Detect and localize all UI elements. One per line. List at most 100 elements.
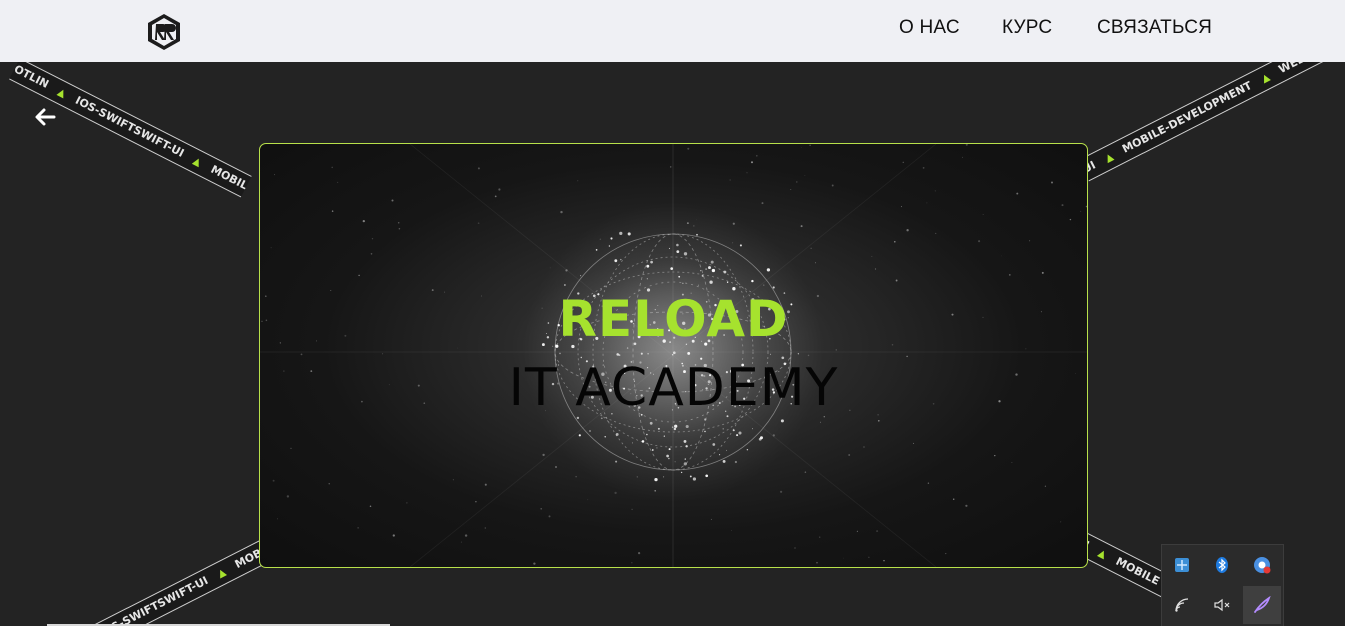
particle-dot xyxy=(750,161,754,164)
muted-speaker-icon[interactable] xyxy=(1203,586,1241,624)
particle-dot xyxy=(746,172,748,174)
particle-dot xyxy=(638,552,641,555)
particle-dot xyxy=(680,471,683,474)
particle-dot xyxy=(494,195,497,198)
page: О НАС КУРС СВЯЗАТЬСЯ OTLIN ▲ IOS-SWIFTSWIF… xyxy=(0,0,1345,626)
particle-dot xyxy=(406,502,408,504)
triangle-icon: ▲ xyxy=(1096,547,1108,561)
particle-dot xyxy=(631,508,633,511)
particle-dot xyxy=(300,353,303,356)
particle-dot xyxy=(763,284,765,286)
particle-dot xyxy=(646,264,650,268)
particle-dot xyxy=(580,275,582,277)
particle-dot xyxy=(674,424,678,428)
particle-dot xyxy=(548,515,551,518)
particle-dot xyxy=(751,279,754,283)
particle-dot xyxy=(772,434,775,437)
particle-dot xyxy=(631,562,633,564)
particle-dot xyxy=(687,147,690,150)
particle-dot xyxy=(270,247,272,249)
particle-dot xyxy=(780,419,784,423)
particle-dot xyxy=(358,274,360,277)
particle-dot xyxy=(807,354,810,357)
particle-dot xyxy=(708,266,711,270)
particle-dot xyxy=(337,181,339,183)
particle-dot xyxy=(549,267,551,269)
particle-dot xyxy=(627,232,631,236)
particle-dot xyxy=(1000,255,1002,257)
particle-dot xyxy=(1085,205,1087,208)
particle-dot xyxy=(484,483,487,486)
wifi-icon[interactable] xyxy=(1163,586,1201,624)
bluetooth-icon[interactable] xyxy=(1203,546,1241,584)
particle-dot xyxy=(965,144,968,146)
particle-dot xyxy=(835,349,838,351)
particle-dot xyxy=(1051,181,1053,184)
particle-dot xyxy=(687,222,689,224)
nav-contact-link[interactable]: СВЯЗАТЬСЯ xyxy=(1097,17,1212,39)
particle-dot xyxy=(819,536,821,538)
particle-dot xyxy=(723,270,727,274)
triangle-icon: ▲ xyxy=(191,155,203,169)
particle-dot xyxy=(759,436,764,440)
particle-dot xyxy=(668,448,671,451)
particle-dot xyxy=(663,476,665,478)
particle-dot xyxy=(902,161,904,163)
particle-dot xyxy=(945,553,947,555)
particle-dot xyxy=(564,284,566,286)
particle-dot xyxy=(1008,274,1011,276)
particle-dot xyxy=(540,507,543,510)
particle-dot xyxy=(895,279,898,282)
particle-dot xyxy=(871,255,873,257)
particle-dot xyxy=(804,175,806,176)
particle-dot xyxy=(1016,192,1019,195)
particle-dot xyxy=(484,527,486,529)
hero-title-it-academy: IT ACADEMY xyxy=(508,358,839,418)
particle-dot xyxy=(370,252,373,255)
particle-dot xyxy=(831,184,834,187)
particle-dot xyxy=(696,219,698,221)
particle-dot xyxy=(815,262,817,264)
particle-dot xyxy=(392,534,395,537)
triangle-icon: ▲ xyxy=(1259,71,1272,86)
particle-dot xyxy=(674,461,676,463)
particle-dot xyxy=(620,258,622,261)
particle-dot xyxy=(277,518,279,520)
particle-dot xyxy=(498,188,501,191)
particle-dot xyxy=(800,146,802,148)
particle-dot xyxy=(732,222,735,225)
particle-dot xyxy=(772,286,775,289)
particle-dot xyxy=(673,427,677,431)
back-arrow-icon[interactable] xyxy=(33,105,57,129)
particle-dot xyxy=(978,240,981,243)
particle-dot xyxy=(876,530,879,533)
particle-dot xyxy=(682,282,684,284)
particle-dot xyxy=(587,499,589,501)
nav-course-link[interactable]: КУРС xyxy=(1002,17,1052,39)
particle-dot xyxy=(736,434,739,437)
particle-dot xyxy=(672,354,674,356)
particle-dot xyxy=(272,479,275,482)
particle-dot xyxy=(391,199,394,202)
network-app-icon[interactable] xyxy=(1163,546,1201,584)
particle-dot xyxy=(615,432,619,436)
particle-dot xyxy=(711,268,716,273)
particle-dot xyxy=(475,500,477,503)
triangle-icon: ▲ xyxy=(216,566,228,580)
ribbon-text: OTLIN xyxy=(11,62,51,91)
particle-dot xyxy=(926,202,928,204)
particle-dot xyxy=(746,448,749,451)
feather-app-icon[interactable] xyxy=(1243,586,1281,624)
particle-dot xyxy=(696,233,698,236)
nav-about-link[interactable]: О НАС xyxy=(899,17,960,39)
particle-dot xyxy=(554,465,558,469)
particle-dot xyxy=(705,474,709,478)
particle-dot xyxy=(722,459,726,463)
particle-dot xyxy=(599,238,601,240)
particle-dot xyxy=(810,247,812,249)
header: О НАС КУРС СВЯЗАТЬСЯ xyxy=(0,0,1345,62)
particle-dot xyxy=(701,274,704,277)
main-nav: О НАС КУРС СВЯЗАТЬСЯ xyxy=(0,17,1345,43)
chrome-icon[interactable] xyxy=(1243,546,1281,584)
particle-dot xyxy=(734,460,738,464)
